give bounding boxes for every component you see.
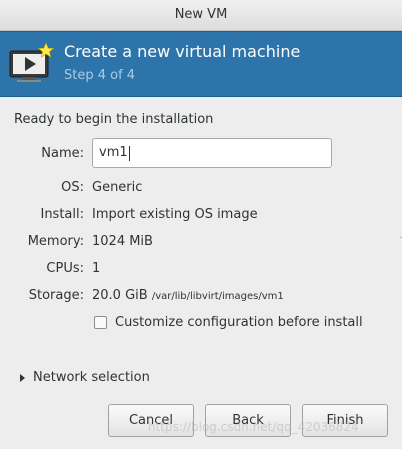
storage-size: 20.0 GiB [92, 288, 148, 303]
cpus-value: 1 [92, 261, 101, 276]
name-input[interactable]: vm1 [92, 138, 332, 168]
section-title: Ready to begin the installation [14, 112, 214, 127]
network-selection-expander[interactable]: Network selection [20, 370, 150, 385]
os-value: Generic [92, 180, 143, 195]
text-caret [128, 145, 130, 161]
window-title: New VM [174, 7, 228, 22]
wizard-header: Create a new virtual machine Step 4 of 4 [0, 31, 402, 97]
name-input-value: vm1 [99, 145, 128, 160]
window-titlebar: New VM [0, 0, 402, 31]
network-selection-label[interactable]: Network selection [33, 370, 150, 385]
customize-checkbox-row[interactable]: Customize configuration before install [94, 315, 363, 330]
storage-label: Storage: [28, 288, 84, 303]
install-value: Import existing OS image [92, 207, 258, 222]
wizard-step: Step 4 of 4 [64, 68, 136, 83]
storage-value: 20.0 GiB /var/lib/libvirt/images/vm1 [92, 288, 284, 303]
memory-label: Memory: [27, 234, 84, 249]
os-label: OS: [61, 180, 84, 195]
new-vm-icon [9, 42, 55, 82]
cpus-label: CPUs: [46, 261, 84, 276]
customize-label[interactable]: Customize configuration before install [115, 315, 363, 330]
storage-path: /var/lib/libvirt/images/vm1 [151, 291, 284, 302]
memory-value: 1024 MiB [92, 234, 153, 249]
wizard-title: Create a new virtual machine [64, 42, 301, 61]
name-label: Name: [41, 146, 84, 161]
expander-arrow-icon [20, 373, 25, 382]
install-label: Install: [40, 207, 84, 222]
customize-checkbox[interactable] [94, 316, 107, 329]
watermark-text: https://blog.csdn.net/qq_42036824 [148, 420, 359, 434]
